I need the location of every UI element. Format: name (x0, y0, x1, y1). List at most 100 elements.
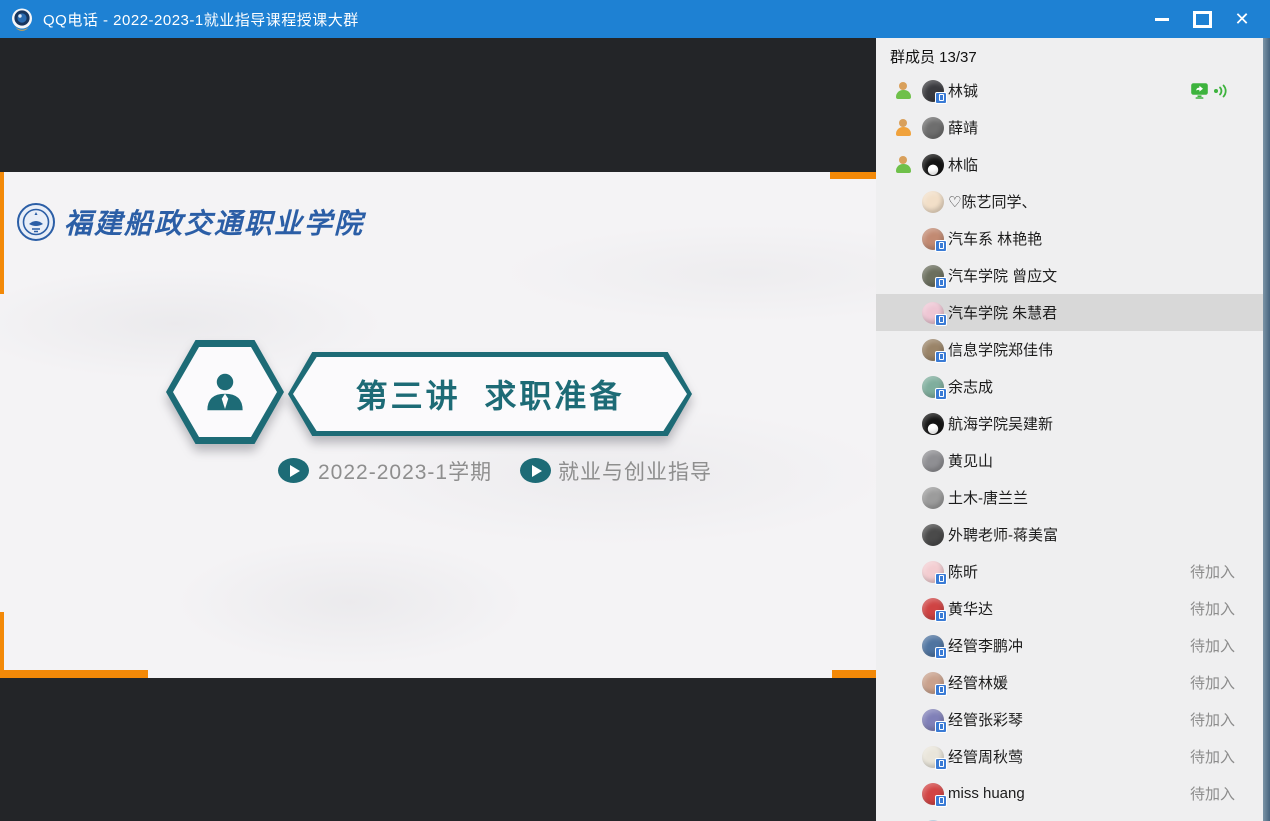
member-name: ♡陈艺同学、 (948, 191, 1036, 212)
maximize-icon[interactable] (1182, 0, 1222, 38)
mobile-online-badge (935, 684, 947, 696)
member-row[interactable]: 土木-唐兰兰 (876, 479, 1263, 516)
member-row[interactable]: 航海学院吴建新 (876, 405, 1263, 442)
avatar (922, 191, 944, 213)
pending-label: 待加入 (1190, 783, 1235, 804)
play-icon (278, 458, 309, 483)
title-bar: QQ电话 - 2022-2023-1就业指导课程授课大群 ✕ (0, 0, 1270, 38)
pending-label: 待加入 (1190, 635, 1235, 656)
qq-call-camera-icon (10, 7, 34, 31)
mobile-online-badge (935, 721, 947, 733)
member-row[interactable]: 丹院 郑黎玥 待加入 (876, 812, 1263, 821)
semester-label: 2022-2023-1学期 (318, 458, 492, 483)
avatar (922, 524, 944, 546)
member-row[interactable]: 汽车学院 朱慧君 (876, 294, 1263, 331)
member-name: 土木-唐兰兰 (948, 487, 1028, 508)
course-label: 就业与创业指导 (558, 458, 712, 483)
avatar (922, 635, 944, 657)
member-row[interactable]: 汽车系 林艳艳 (876, 220, 1263, 257)
member-name: 汽车系 林艳艳 (948, 228, 1042, 249)
slide-footer: 2022-2023-1学期 就业与创业指导 (0, 458, 876, 484)
mobile-online-badge (935, 240, 947, 252)
close-icon[interactable]: ✕ (1222, 0, 1262, 38)
avatar (922, 117, 944, 139)
member-name: 外聘老师-蒋美富 (948, 524, 1058, 545)
member-name: 陈昕 (948, 561, 978, 582)
window-right-border (1263, 38, 1270, 821)
mobile-online-badge (935, 351, 947, 363)
pending-label: 待加入 (1190, 746, 1235, 767)
mobile-online-badge (935, 573, 947, 585)
play-icon (520, 458, 551, 483)
member-row[interactable]: 余志成 (876, 368, 1263, 405)
member-row[interactable]: 经管周秋莺 待加入 (876, 738, 1263, 775)
member-row[interactable]: 汽车学院 曾应文 (876, 257, 1263, 294)
slide-corner-mark (0, 670, 148, 678)
avatar (922, 672, 944, 694)
member-row[interactable]: 陈昕 待加入 (876, 553, 1263, 590)
qq-call-window: QQ电话 - 2022-2023-1就业指导课程授课大群 ✕ (0, 0, 1270, 821)
presence-icon (895, 119, 912, 136)
school-name: 福建船政交通职业学院 (64, 202, 364, 242)
mobile-online-badge (935, 758, 947, 770)
presence-icon (895, 82, 912, 99)
member-name: 余志成 (948, 376, 993, 397)
avatar (922, 746, 944, 768)
member-row[interactable]: miss huang 待加入 (876, 775, 1263, 812)
pending-label: 待加入 (1190, 598, 1235, 619)
avatar (922, 228, 944, 250)
presentation-slide: 福建船政交通职业学院 第三讲 求职准备 (0, 172, 876, 678)
avatar (922, 302, 944, 324)
member-row[interactable]: 林铖 (876, 72, 1263, 109)
member-name: 黄华达 (948, 598, 993, 619)
member-count-header: 群成员 13/37 (890, 46, 977, 67)
slide-header: 福建船政交通职业学院 (16, 202, 364, 242)
avatar (922, 80, 944, 102)
minimize-icon[interactable] (1142, 0, 1182, 38)
member-name: 汽车学院 曾应文 (948, 265, 1057, 286)
avatar (922, 561, 944, 583)
member-row[interactable]: 外聘老师-蒋美富 (876, 516, 1263, 553)
member-row[interactable]: ♡陈艺同学、 (876, 183, 1263, 220)
mobile-online-badge (935, 795, 947, 807)
window-controls: ✕ (1142, 0, 1262, 38)
lecture-title-banner: 第三讲 求职准备 (288, 352, 692, 436)
member-row[interactable]: 黄见山 (876, 442, 1263, 479)
member-row[interactable]: 林临 (876, 146, 1263, 183)
member-row[interactable]: 黄华达 待加入 (876, 590, 1263, 627)
pending-label: 待加入 (1190, 709, 1235, 730)
slide-corner-mark (832, 670, 876, 678)
member-name: 经管李鹏冲 (948, 635, 1023, 656)
avatar (922, 376, 944, 398)
business-person-icon (202, 369, 248, 415)
screen-share-icon (1190, 82, 1209, 99)
avatar (922, 450, 944, 472)
member-list: 林铖 薛靖 林 (876, 72, 1263, 821)
member-panel: 群成员 13/37 林铖 薛靖 (876, 38, 1270, 821)
slide-corner-mark (0, 612, 4, 678)
member-row[interactable]: 经管张彩琴 待加入 (876, 701, 1263, 738)
member-name: 汽车学院 朱慧君 (948, 302, 1057, 323)
avatar (922, 783, 944, 805)
member-row[interactable]: 经管李鹏冲 待加入 (876, 627, 1263, 664)
hexagon-person-badge (166, 340, 284, 444)
member-name: miss huang (948, 785, 1025, 802)
school-logo-icon (16, 202, 56, 242)
mobile-online-badge (935, 388, 947, 400)
member-name: 经管张彩琴 (948, 709, 1023, 730)
window-title: QQ电话 - 2022-2023-1就业指导课程授课大群 (43, 9, 359, 30)
member-row[interactable]: 薛靖 (876, 109, 1263, 146)
member-row[interactable]: 信息学院郑佳伟 (876, 331, 1263, 368)
member-name: 林临 (948, 154, 978, 175)
avatar (922, 598, 944, 620)
member-name: 林铖 (948, 80, 978, 101)
member-name: 黄见山 (948, 450, 993, 471)
mobile-online-badge (935, 647, 947, 659)
avatar (922, 154, 944, 176)
avatar (922, 339, 944, 361)
shared-screen-video: 福建船政交通职业学院 第三讲 求职准备 (0, 38, 876, 821)
slide-corner-mark (830, 172, 876, 179)
avatar (922, 265, 944, 287)
member-status-icons (1190, 82, 1229, 99)
member-row[interactable]: 经管林媛 待加入 (876, 664, 1263, 701)
